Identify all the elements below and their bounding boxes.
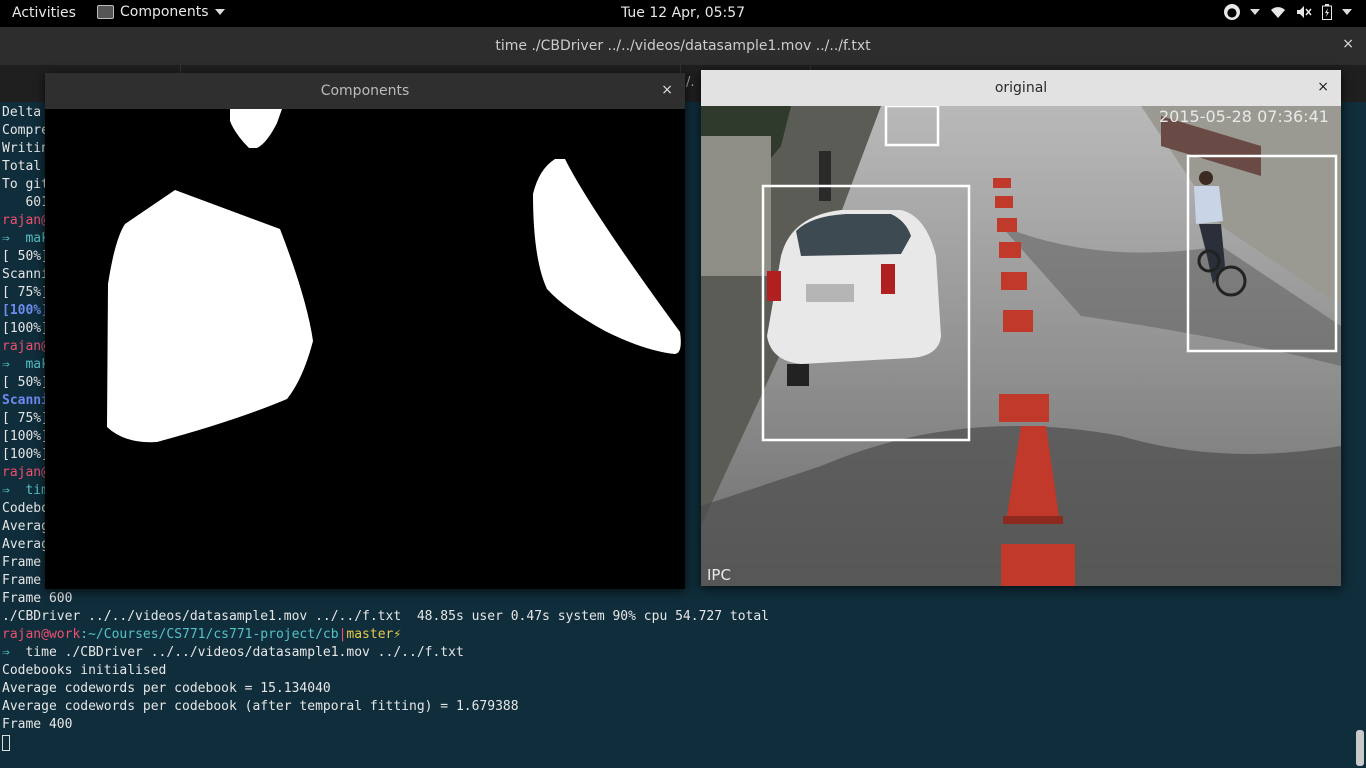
terminal-line: rajan@: [2, 339, 49, 354]
wifi-icon: [1271, 7, 1285, 18]
prompt-git-branch: master⚡: [346, 627, 402, 642]
terminal-line: Total: [2, 159, 42, 174]
accessibility-icon[interactable]: ●: [1224, 4, 1240, 20]
terminal-line: [100%]: [2, 447, 49, 462]
original-titlebar[interactable]: original ×: [701, 70, 1341, 107]
terminal-line: Codebooks initialised: [2, 663, 167, 678]
chevron-down-icon[interactable]: [1342, 9, 1352, 15]
video-frame: 2015-05-28 07:36:41 IPC: [701, 106, 1341, 586]
terminal-line: [100%]: [2, 429, 49, 444]
terminal-line: Scanni: [2, 393, 49, 408]
terminal-line: 601: [2, 195, 49, 210]
components-title: Components: [320, 83, 410, 99]
prompt-path: :~/Courses/CS771/cs771-project/cb: [80, 627, 339, 642]
video-watermark: IPC: [707, 566, 731, 584]
terminal-line: Delta: [2, 105, 42, 120]
terminal-line: ⇒ tim: [2, 483, 49, 498]
terminal-line: ⇒ mak: [2, 231, 49, 246]
terminal-line: rajan@: [2, 465, 49, 480]
terminal-line: [ 75%]: [2, 411, 49, 426]
volume-muted-icon: [1297, 6, 1312, 18]
top-bar: Activities Components Tue 12 Apr, 05:57 …: [0, 0, 1366, 27]
terminal-line: Codebo: [2, 501, 49, 516]
terminal-line: To git: [2, 177, 49, 192]
terminal-line: Average codewords per codebook = 15.1340…: [2, 681, 331, 696]
terminal-line: ⇒ mak: [2, 357, 49, 372]
app-menu[interactable]: Components: [97, 4, 225, 20]
terminal-line: Writin: [2, 141, 49, 156]
terminal-scrollbar[interactable]: [1356, 730, 1364, 766]
components-window[interactable]: Components ×: [45, 73, 685, 589]
close-icon[interactable]: ×: [661, 82, 673, 98]
terminal-line: Scanni: [2, 267, 49, 282]
terminal-line: [ 75%]: [2, 285, 49, 300]
terminal-line: Frame: [2, 555, 42, 570]
terminal-line: ./CBDriver ../../videos/datasample1.mov …: [2, 609, 770, 624]
prompt-user: rajan: [2, 627, 42, 642]
terminal-line: Frame 600: [2, 591, 73, 606]
terminal-line: [ 50%]: [2, 249, 49, 264]
terminal-line: Frame: [2, 573, 42, 588]
components-canvas: [45, 109, 685, 589]
original-window[interactable]: original × 2015-05-28 07:36:41 IPC: [701, 70, 1341, 586]
terminal-prompt: rajan@work:~/Courses/CS771/cs771-project…: [2, 626, 401, 644]
terminal-line: Frame 400: [2, 717, 73, 732]
close-icon[interactable]: ×: [1317, 79, 1329, 95]
terminal-title: time ./CBDriver ../../videos/datasample1…: [495, 38, 871, 54]
video-timestamp: 2015-05-28 07:36:41: [1159, 107, 1329, 126]
terminal-line: Averag: [2, 519, 49, 534]
foreground-mask: [45, 109, 685, 589]
terminal-line: Averag: [2, 537, 49, 552]
terminal-cursor-line[interactable]: [2, 734, 10, 752]
pedestrian: [819, 151, 831, 201]
battery-charging-icon: [1322, 4, 1332, 20]
terminal-line: rajan@: [2, 213, 49, 228]
terminal-line: Average codewords per codebook (after te…: [2, 699, 519, 714]
terminal-line: [ 50%]: [2, 375, 49, 390]
text-cursor: [2, 734, 10, 751]
terminal-command: ⇒ time ./CBDriver ../../videos/datasampl…: [2, 644, 464, 662]
original-title: original: [994, 80, 1048, 96]
window-app-icon: [97, 5, 114, 19]
terminal-line: Compre: [2, 123, 49, 138]
app-menu-label: Components: [120, 4, 209, 20]
chevron-down-icon: [214, 9, 225, 15]
prompt-host: @work: [41, 627, 81, 642]
close-icon[interactable]: ×: [1342, 36, 1354, 52]
activities-button[interactable]: Activities: [12, 5, 76, 21]
command-text: time ./CBDriver ../../videos/datasample1…: [9, 645, 464, 660]
street-scene: 2015-05-28 07:36:41 IPC: [701, 106, 1341, 586]
chevron-down-icon[interactable]: [1250, 9, 1260, 15]
terminal-line: [100%]: [2, 303, 49, 318]
prompt-arrow: ⇒: [2, 645, 10, 660]
terminal-titlebar[interactable]: time ./CBDriver ../../videos/datasample1…: [0, 27, 1366, 65]
terminal-line: [100%]: [2, 321, 49, 336]
system-tray[interactable]: ●: [1224, 4, 1352, 20]
components-titlebar[interactable]: Components ×: [45, 73, 685, 110]
tab-label: /.: [686, 75, 695, 90]
